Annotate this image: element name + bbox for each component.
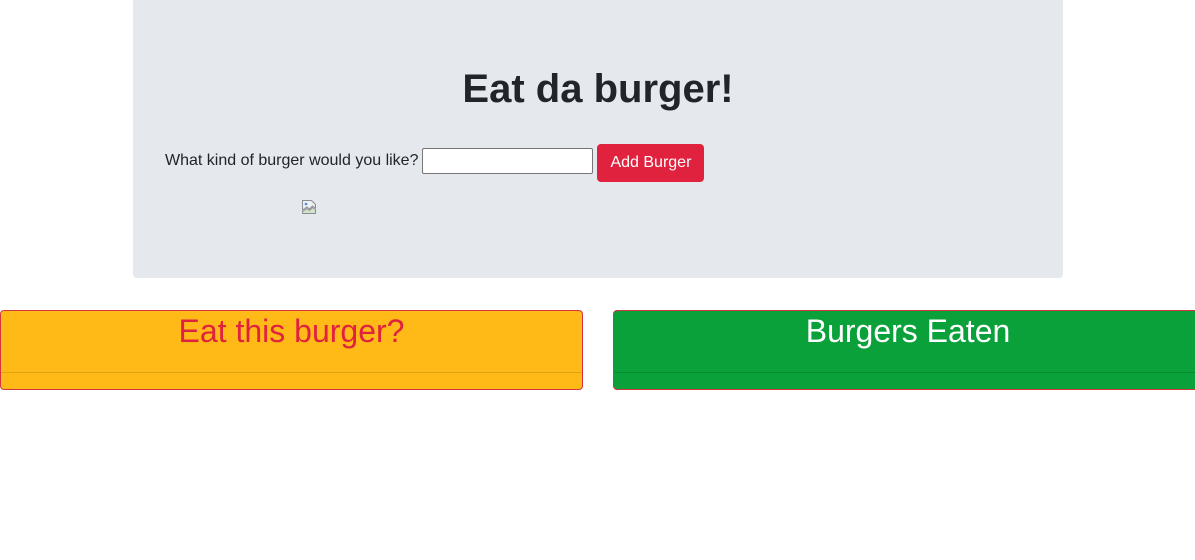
devour-card-header: Eat this burger? [1, 311, 582, 373]
eaten-card: Burgers Eaten [613, 310, 1195, 390]
eaten-card-title: Burgers Eaten [805, 313, 1011, 349]
add-burger-form: What kind of burger would you like? Add … [165, 144, 705, 182]
devour-card: Eat this burger? [0, 310, 583, 390]
broken-image-icon [302, 200, 316, 214]
burger-name-label: What kind of burger would you like? [165, 152, 419, 169]
devour-card-title: Eat this burger? [178, 313, 405, 349]
page-title: Eat da burger! [462, 67, 734, 111]
burger-name-input[interactable] [422, 148, 594, 174]
add-burger-button[interactable]: Add Burger [597, 144, 705, 182]
eaten-card-header: Burgers Eaten [614, 311, 1195, 373]
jumbotron: Eat da burger! What kind of burger would… [133, 0, 1063, 278]
